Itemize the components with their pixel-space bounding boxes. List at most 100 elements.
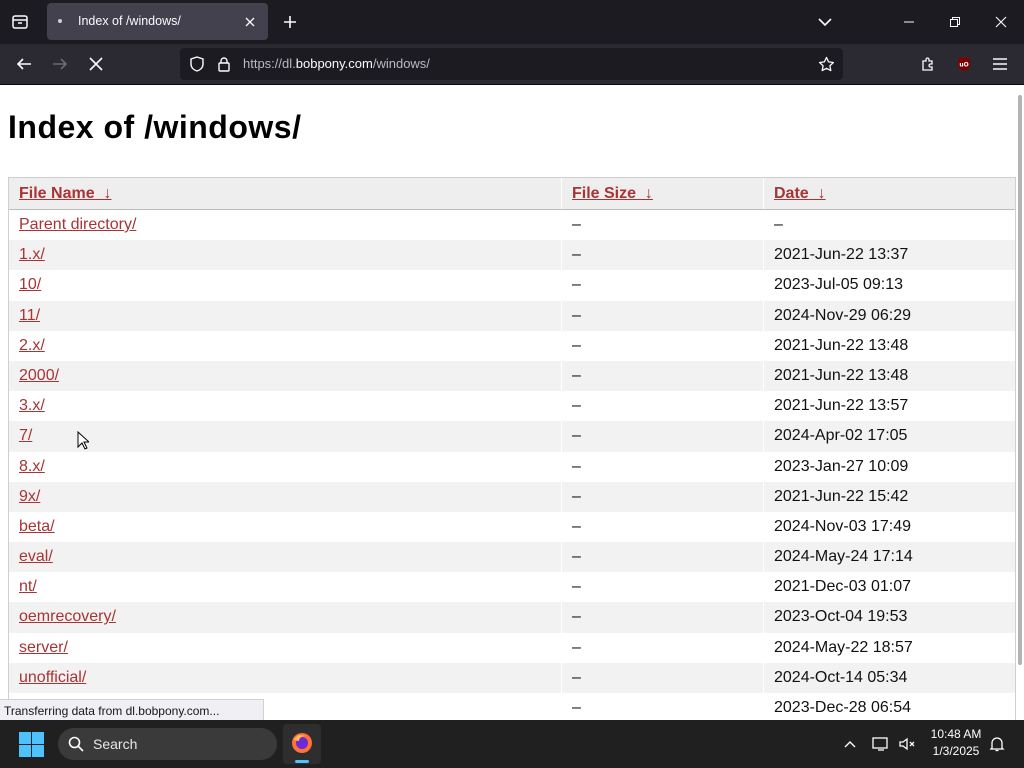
bell-icon <box>989 737 1005 752</box>
tab-loading-icon <box>58 19 62 23</box>
file-name-cell: 11/ <box>9 301 561 331</box>
directory-link[interactable]: 10/ <box>19 276 41 293</box>
stop-loading-button[interactable] <box>80 48 112 80</box>
directory-link[interactable]: 8.x/ <box>19 458 45 475</box>
table-row: 1.x/ –2021-Jun-22 13:37 <box>9 240 1015 271</box>
date-cell: 2021-Jun-22 13:37 <box>763 240 1015 271</box>
minimize-button[interactable] <box>886 0 932 44</box>
network-icon[interactable] <box>869 732 893 756</box>
lock-icon[interactable] <box>214 54 234 74</box>
show-hidden-icons-button[interactable] <box>838 732 862 756</box>
page-scrollbar[interactable] <box>1017 85 1024 720</box>
file-name-cell: 7/ <box>9 421 561 451</box>
column-header-date: Date ↓ <box>763 178 1015 209</box>
page-content: Index of /windows/ File Name ↓ File Size… <box>0 85 1017 720</box>
file-size-cell: – <box>561 662 763 693</box>
date-cell: 2021-Jun-22 13:57 <box>763 391 1015 422</box>
ublock-origin-button[interactable]: uO <box>948 48 980 80</box>
column-header-file-size: File Size ↓ <box>561 178 763 209</box>
new-tab-button[interactable] <box>276 7 304 37</box>
directory-link[interactable]: oemrecovery/ <box>19 608 116 625</box>
scrollbar-thumb[interactable] <box>1018 95 1022 665</box>
table-row: server/ –2024-May-22 18:57 <box>9 632 1015 663</box>
directory-link[interactable]: server/ <box>19 639 68 656</box>
directory-link[interactable]: 11/ <box>19 307 40 324</box>
forward-button[interactable] <box>44 48 76 80</box>
taskbar-search[interactable]: Search <box>58 728 277 760</box>
taskbar-firefox-button[interactable] <box>283 724 321 764</box>
firefox-view-icon <box>12 15 28 29</box>
windows-logo-icon <box>19 732 31 744</box>
file-size-cell: – <box>561 542 763 573</box>
url-text[interactable]: https://dl.bobpony.com/windows/ <box>243 48 430 80</box>
bookmark-star-icon[interactable] <box>816 54 836 74</box>
close-icon <box>995 16 1007 28</box>
chevron-up-icon <box>844 741 856 748</box>
clock-time: 10:48 AM <box>930 727 982 741</box>
puzzle-icon <box>922 57 933 71</box>
file-size-cell: – <box>561 270 763 301</box>
file-name-cell: eval/ <box>9 542 561 572</box>
sort-by-date-link[interactable]: Date ↓ <box>774 185 826 202</box>
tracking-protection-icon[interactable] <box>187 54 207 74</box>
clock-date: 1/3/2025 <box>932 744 980 758</box>
volume-muted-icon[interactable] <box>895 732 919 756</box>
directory-link[interactable]: 9x/ <box>19 488 40 505</box>
firefox-view-button[interactable] <box>4 6 36 38</box>
tab-close-icon[interactable] <box>240 12 260 32</box>
list-all-tabs-button[interactable] <box>810 7 840 37</box>
mouse-cursor-icon <box>77 431 89 450</box>
restore-button[interactable] <box>932 0 978 44</box>
file-size-cell: – <box>561 421 763 452</box>
taskbar-clock[interactable]: 10:48 AM 1/3/2025 <box>918 726 994 760</box>
file-size-cell: – <box>561 632 763 663</box>
directory-link[interactable]: eval/ <box>19 548 53 565</box>
tab-active[interactable]: Index of /windows/ <box>47 3 268 40</box>
sort-by-name-link[interactable]: File Name ↓ <box>19 185 111 202</box>
navigation-toolbar: https://dl.bobpony.com/windows/ uO <box>0 44 1024 85</box>
date-cell: – <box>763 210 1015 241</box>
svg-text:uO: uO <box>959 62 968 69</box>
directory-link[interactable]: 2000/ <box>19 367 59 384</box>
file-name-cell: 2000/ <box>9 361 561 391</box>
file-name-cell: 8.x/ <box>9 452 561 482</box>
date-cell: 2021-Jun-22 15:42 <box>763 481 1015 512</box>
hamburger-menu-icon <box>993 58 1007 70</box>
directory-link[interactable]: 7/ <box>19 427 32 444</box>
file-size-cell: – <box>561 240 763 271</box>
running-indicator <box>295 760 309 763</box>
file-name-cell: 3.x/ <box>9 391 561 421</box>
app-menu-button[interactable] <box>984 48 1016 80</box>
url-bar[interactable]: https://dl.bobpony.com/windows/ <box>180 48 843 80</box>
sort-by-size-link[interactable]: File Size ↓ <box>572 185 653 202</box>
stop-icon <box>89 57 103 71</box>
directory-link[interactable]: nt/ <box>19 578 37 595</box>
close-window-button[interactable] <box>978 0 1024 44</box>
search-icon <box>68 736 84 752</box>
file-size-cell: – <box>561 360 763 392</box>
notifications-button[interactable] <box>985 732 1009 756</box>
directory-link[interactable]: 2.x/ <box>19 337 45 354</box>
back-button[interactable] <box>8 48 40 80</box>
column-header-file-name: File Name ↓ <box>9 178 561 209</box>
directory-link[interactable]: beta/ <box>19 518 55 535</box>
table-row: 3.x/ –2021-Jun-22 13:57 <box>9 391 1015 422</box>
start-button[interactable] <box>19 732 45 758</box>
directory-link[interactable]: 3.x/ <box>19 397 45 414</box>
search-label: Search <box>93 736 138 752</box>
arrow-right-icon <box>53 58 68 70</box>
extensions-button[interactable] <box>912 48 944 80</box>
table-row: 10/ –2023-Jul-05 09:13 <box>9 270 1015 301</box>
date-cell: 2024-Nov-29 06:29 <box>763 300 1015 331</box>
directory-link[interactable]: unofficial/ <box>19 669 86 686</box>
file-size-cell: – <box>561 330 763 361</box>
date-cell: 2024-Nov-03 17:49 <box>763 511 1015 543</box>
file-size-cell: – <box>561 602 763 633</box>
table-body: Parent directory/– –1.x/–2021-Jun-22 13:3… <box>9 210 1015 720</box>
directory-link[interactable]: Parent directory/ <box>19 216 136 233</box>
file-name-cell: oemrecovery/ <box>9 602 561 632</box>
table-row: unofficial/ –2024-Oct-14 05:34 <box>9 662 1015 693</box>
restore-icon <box>950 17 960 27</box>
directory-link[interactable]: 1.x/ <box>19 246 45 263</box>
date-cell: 2021-Dec-03 01:07 <box>763 572 1015 603</box>
